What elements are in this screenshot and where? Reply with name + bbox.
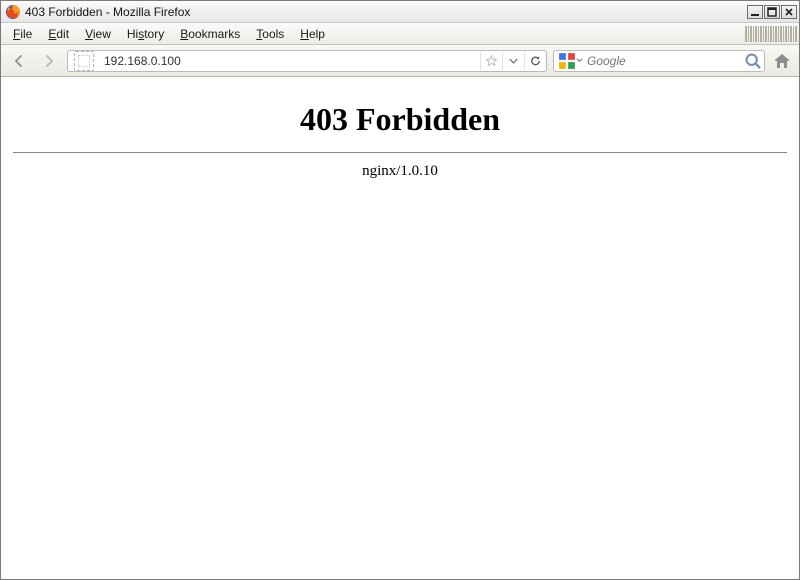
home-button[interactable] — [771, 50, 793, 72]
menu-tools-label: ools — [262, 27, 284, 41]
page-favicon-placeholder — [74, 51, 94, 71]
back-button[interactable] — [7, 50, 31, 72]
search-input[interactable] — [583, 54, 744, 68]
menu-bookmarks-label: ookmarks — [188, 27, 240, 41]
menu-view[interactable]: View — [77, 24, 119, 44]
menu-history-label: tory — [144, 27, 164, 41]
url-input[interactable] — [104, 54, 480, 68]
url-bar[interactable] — [98, 50, 547, 72]
menubar: File Edit View History Bookmarks Tools H… — [1, 23, 799, 45]
menu-history[interactable]: History — [119, 24, 172, 44]
reload-button[interactable] — [524, 52, 542, 70]
bookmark-star-icon[interactable] — [480, 52, 498, 70]
firefox-icon — [5, 4, 21, 20]
forward-button[interactable] — [37, 50, 61, 72]
site-identity-box[interactable] — [67, 50, 98, 72]
close-button[interactable] — [781, 5, 797, 19]
menu-view-label: iew — [93, 27, 111, 41]
error-page: 403 Forbidden nginx/1.0.10 — [1, 77, 799, 180]
menu-edit[interactable]: Edit — [40, 24, 77, 44]
browser-window: 403 Forbidden - Mozilla Firefox File Edi… — [0, 0, 800, 580]
menu-help-label: elp — [309, 27, 325, 41]
menu-tools[interactable]: Tools — [248, 24, 292, 44]
minimize-button[interactable] — [747, 5, 763, 19]
menu-file-label: ile — [20, 27, 32, 41]
history-dropdown-icon[interactable] — [502, 52, 520, 70]
server-signature: nginx/1.0.10 — [1, 163, 799, 180]
divider — [13, 152, 787, 153]
menu-bookmarks[interactable]: Bookmarks — [172, 24, 248, 44]
menu-file[interactable]: File — [5, 24, 40, 44]
toolbar-grip[interactable] — [743, 23, 799, 44]
menu-edit-label: dit — [56, 27, 69, 41]
nav-toolbar — [1, 45, 799, 77]
page-content: 403 Forbidden nginx/1.0.10 — [1, 77, 799, 579]
menu-help[interactable]: Help — [292, 24, 333, 44]
maximize-button[interactable] — [764, 5, 780, 19]
search-engine-icon[interactable] — [558, 52, 576, 70]
chevron-down-icon — [576, 57, 583, 64]
search-bar[interactable] — [553, 50, 765, 72]
titlebar: 403 Forbidden - Mozilla Firefox — [1, 1, 799, 23]
search-go-icon[interactable] — [744, 52, 762, 70]
window-title: 403 Forbidden - Mozilla Firefox — [25, 5, 190, 19]
error-heading: 403 Forbidden — [1, 101, 799, 138]
